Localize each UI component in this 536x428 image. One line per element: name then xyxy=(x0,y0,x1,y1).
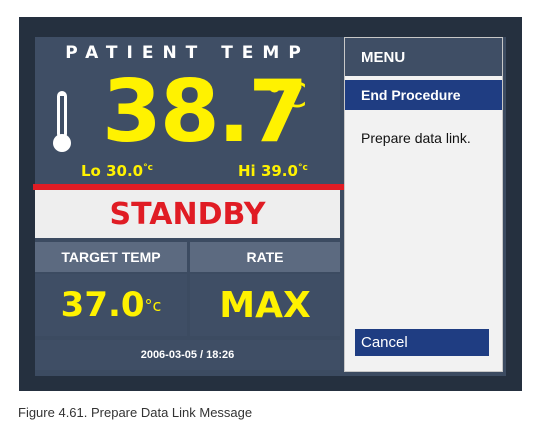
target-temp-unit: °c xyxy=(144,295,162,315)
target-temp-value: 37.0 xyxy=(60,285,145,325)
menu-message: Prepare data link. xyxy=(361,130,471,146)
target-temp-value-box: 37.0 °c xyxy=(35,274,187,336)
lo-label: Lo xyxy=(81,162,101,180)
lo-value: 30.0 xyxy=(106,162,144,180)
rate-value: MAX xyxy=(190,274,340,336)
lo-unit: °c xyxy=(143,163,153,173)
menu-title: MENU xyxy=(345,38,502,76)
rate-header: RATE xyxy=(190,242,340,272)
hi-limit: Hi 39.0°c xyxy=(238,162,308,180)
lo-limit: Lo 30.0°c xyxy=(81,162,153,180)
figure-caption: Figure 4.61. Prepare Data Link Message xyxy=(18,405,253,420)
hi-label: Hi xyxy=(238,162,256,180)
cancel-button[interactable]: Cancel xyxy=(355,329,489,356)
patient-temp-title: PATIENT TEMP xyxy=(65,43,310,63)
hi-unit: °c xyxy=(297,163,308,173)
datetime-display: 2006-03-05 / 18:26 xyxy=(35,340,340,370)
patient-temp-unit: °C xyxy=(266,76,307,116)
menu-panel: MENU End Procedure Prepare data link. Ca… xyxy=(344,37,503,372)
thermometer-icon xyxy=(53,91,71,152)
target-temp-header: TARGET TEMP xyxy=(35,242,187,272)
status-banner: STANDBY xyxy=(35,190,340,238)
hi-value: 39.0 xyxy=(260,162,298,180)
menu-item-end-procedure[interactable]: End Procedure xyxy=(345,80,502,110)
